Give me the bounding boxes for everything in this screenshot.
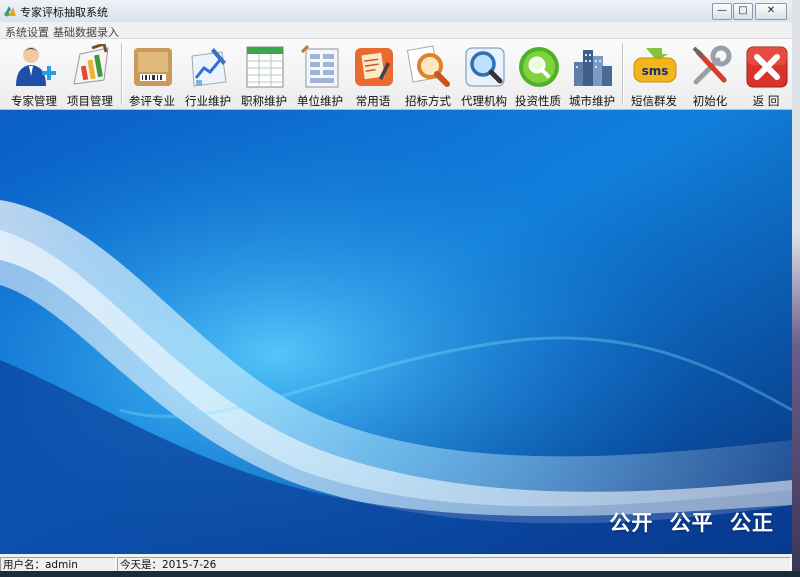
menu-basic-data-entry[interactable]: 基础数据录入 <box>53 24 119 40</box>
toolbar-label: 招标方式 <box>405 94 451 108</box>
toolbar-label: 职称维护 <box>241 94 287 108</box>
city-buildings-icon <box>574 50 612 86</box>
restore-button[interactable]: □ <box>733 3 753 20</box>
common-phrases-button[interactable]: 常用语 <box>345 42 401 108</box>
project-management-button[interactable]: 项目管理 <box>62 42 118 108</box>
toolbar-label: 城市维护 <box>569 94 615 108</box>
specialty-box-icon <box>134 48 172 86</box>
industry-chart-icon <box>191 48 227 87</box>
bidding-method-button[interactable]: 招标方式 <box>400 42 456 108</box>
initialize-button[interactable]: 初始化 <box>682 42 738 108</box>
toolbar-label: 初始化 <box>692 94 728 108</box>
minimize-button[interactable]: — <box>712 3 732 20</box>
industry-maintenance-button[interactable]: 行业维护 <box>180 42 236 108</box>
taskbar <box>0 571 800 577</box>
menu-system-settings[interactable]: 系统设置 <box>5 24 49 40</box>
agency-button[interactable]: 代理机构 <box>456 42 512 108</box>
toolbar-label: 行业维护 <box>185 94 231 108</box>
toolbar: 专家管理 项目管理 参评专业 行业维护 职称维护 单位维护 常用语 招标方式 代… <box>0 39 792 110</box>
toolbar-label: 短信群发 <box>631 94 677 108</box>
specialty-button[interactable]: 参评专业 <box>124 42 180 108</box>
menu-bar: 系统设置 基础数据录入 <box>0 22 792 39</box>
expert-management-button[interactable]: 专家管理 <box>6 42 62 108</box>
slogan-text: 公开 公平 公正 <box>609 511 774 535</box>
toolbar-label: 专家管理 <box>11 94 57 108</box>
close-red-x-icon <box>746 46 788 88</box>
sms-message-icon: sms <box>633 48 677 83</box>
title-maintenance-button[interactable]: 职称维护 <box>236 42 292 108</box>
close-button[interactable]: ✕ <box>755 3 787 20</box>
app-icon <box>4 6 16 17</box>
toolbar-label: 返 回 <box>752 94 780 108</box>
unit-sheet-icon <box>300 44 339 88</box>
main-window: 专家评标抽取系统 — □ ✕ 系统设置 基础数据录入 专家管理 项目管理 参评专… <box>0 0 793 577</box>
phrase-note-icon <box>355 48 393 86</box>
project-chart-icon <box>73 44 109 85</box>
return-button[interactable]: 返 回 <box>738 42 792 108</box>
toolbar-label: 项目管理 <box>67 94 113 108</box>
expert-user-icon <box>16 47 56 86</box>
svg-text:sms: sms <box>642 64 669 78</box>
blue-wave-background <box>0 110 792 554</box>
title-bar: 专家评标抽取系统 — □ ✕ <box>0 0 792 22</box>
tools-wrench-icon <box>692 45 732 85</box>
investment-nature-button[interactable]: 投资性质 <box>510 42 566 108</box>
window-title: 专家评标抽取系统 <box>20 6 108 19</box>
background-banner: 公开 公平 公正 <box>0 110 792 554</box>
sms-broadcast-button[interactable]: sms 短信群发 <box>626 42 682 108</box>
toolbar-label: 参评专业 <box>129 94 175 108</box>
investment-green-search-icon <box>519 47 559 87</box>
title-sheet-icon <box>246 46 284 88</box>
city-maintenance-button[interactable]: 城市维护 <box>564 42 620 108</box>
unit-maintenance-button[interactable]: 单位维护 <box>292 42 348 108</box>
agency-search-icon <box>465 47 505 87</box>
desktop-background-strip <box>792 0 800 577</box>
search-magnifier-icon <box>406 45 450 87</box>
